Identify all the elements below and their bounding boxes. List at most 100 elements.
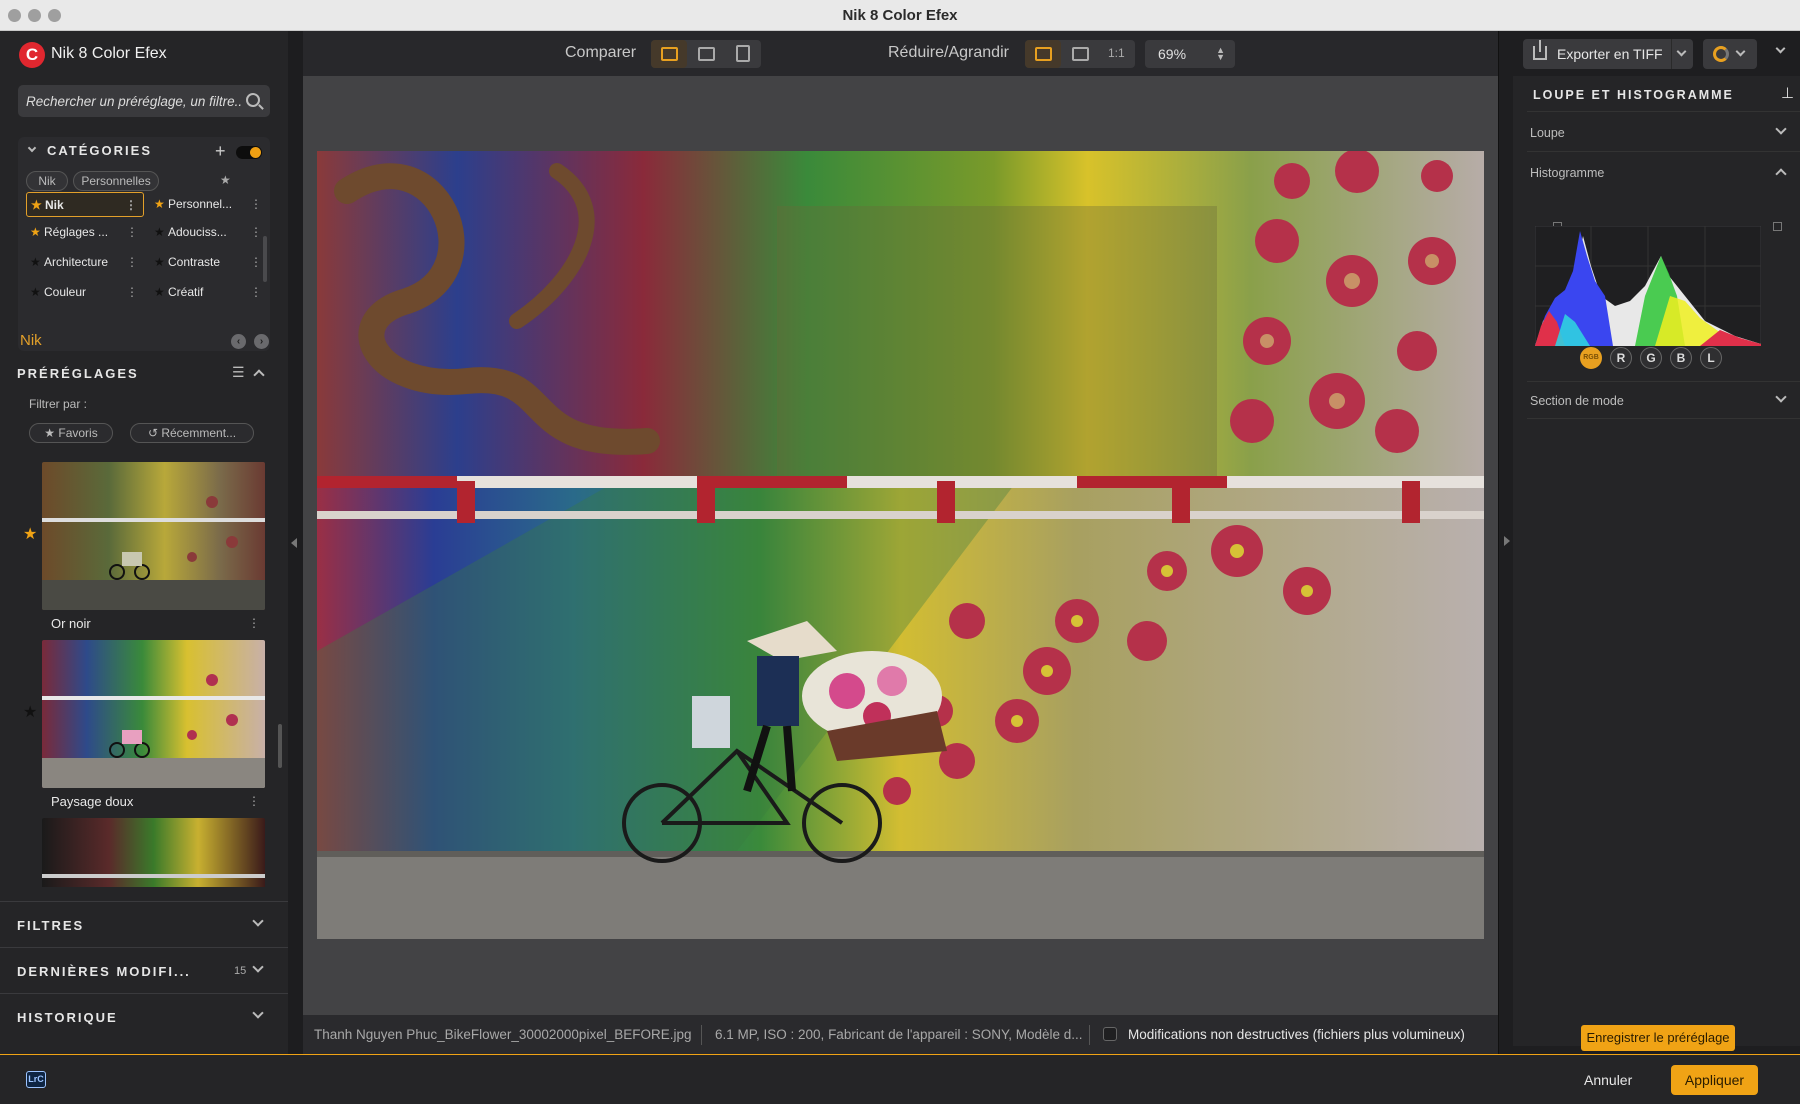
back-icon[interactable]: ‹ [231, 334, 246, 349]
chevron-down-icon[interactable] [1775, 391, 1787, 403]
filters-section[interactable]: FILTRES [0, 901, 288, 947]
preset-thumbnail[interactable] [42, 640, 265, 788]
panel-menu-icon[interactable] [1775, 43, 1786, 54]
loupe-row[interactable]: Loupe [1527, 114, 1800, 152]
tab-personnelles[interactable]: Personnelles [73, 171, 159, 191]
preset-card[interactable]: Paysage doux ⋮ [42, 640, 265, 809]
favorite-filter-icon[interactable]: ★ [220, 173, 231, 187]
filter-favorites-button[interactable]: ★ Favoris [29, 423, 113, 443]
chevron-down-icon [1676, 46, 1687, 57]
window-titlebar: Nik 8 Color Efex [0, 0, 1800, 31]
more-icon[interactable]: ⋮ [250, 250, 262, 275]
history-section[interactable]: HISTORIQUE [0, 993, 288, 1039]
star-icon: ★ [30, 225, 41, 239]
add-category-icon[interactable]: + [215, 141, 226, 162]
recent-edits-section[interactable]: DERNIÈRES MODIFI... 15 [0, 947, 288, 993]
loupe-histogram-panel: LOUPE ET HISTOGRAMME ⊥ Loupe Histogramme [1513, 76, 1800, 1046]
more-icon[interactable]: ⋮ [250, 280, 262, 305]
preview-image[interactable] [317, 151, 1484, 939]
more-icon[interactable]: ⋮ [250, 220, 262, 245]
categories-toggle[interactable] [236, 146, 262, 159]
more-icon[interactable]: ⋮ [248, 794, 260, 808]
status-bar: Thanh Nguyen Phuc_BikeFlower_30002000pix… [303, 1015, 1498, 1055]
presets-title: PRÉRÉGLAGES [17, 366, 139, 381]
window-title: Nik 8 Color Efex [842, 7, 958, 24]
image-canvas[interactable] [291, 76, 1498, 1015]
apply-button[interactable]: Appliquer [1671, 1065, 1758, 1095]
star-icon: ★ [154, 225, 165, 239]
highlight-clip-toggle[interactable] [1773, 222, 1782, 231]
fill-icon [1072, 47, 1089, 61]
categories-scrollbar[interactable] [263, 236, 267, 282]
zoom-select[interactable]: 69% ▲ ▼ [1145, 40, 1235, 68]
channel-rgb-button[interactable]: RGB [1580, 347, 1602, 369]
chevron-down-icon[interactable] [252, 1007, 264, 1019]
fit-button[interactable] [1025, 40, 1061, 68]
channel-g-button[interactable]: G [1640, 347, 1662, 369]
chevron-up-icon[interactable] [1775, 168, 1787, 180]
channel-r-button[interactable]: R [1610, 347, 1632, 369]
preset-thumbnail[interactable] [42, 462, 265, 610]
more-icon[interactable]: ⋮ [126, 220, 138, 245]
list-view-icon[interactable]: ☰ [232, 364, 245, 381]
more-icon[interactable]: ⋮ [126, 250, 138, 275]
preset-card[interactable] [42, 818, 265, 887]
star-icon: ★ [154, 255, 165, 269]
preset-name: Paysage doux [51, 794, 134, 809]
star-icon: ★ [44, 426, 59, 440]
actual-size-button[interactable]: 1:1 [1099, 40, 1135, 68]
chevron-down-icon[interactable] [252, 915, 264, 927]
more-icon[interactable]: ⋮ [250, 192, 262, 217]
pin-icon[interactable]: ⊥ [1781, 84, 1794, 102]
chevron-down-icon[interactable] [1775, 123, 1787, 135]
nondestructive-checkbox[interactable] [1103, 1027, 1117, 1041]
collection-label: Nik [20, 332, 42, 349]
export-button[interactable]: Exporter en TIFF [1523, 39, 1675, 69]
save-preset-button[interactable]: Enregistrer le préréglage [1581, 1025, 1735, 1051]
more-icon[interactable]: ⋮ [125, 193, 137, 218]
category-item[interactable]: ★ Contraste ⋮ [150, 250, 268, 275]
channel-b-button[interactable]: B [1670, 347, 1692, 369]
forward-icon[interactable]: › [254, 334, 269, 349]
favorite-star-icon[interactable]: ★ [23, 702, 37, 722]
channel-l-button[interactable]: L [1700, 347, 1722, 369]
filters-title: FILTRES [17, 918, 85, 933]
chevron-down-icon[interactable] [252, 961, 264, 973]
fill-button[interactable] [1062, 40, 1098, 68]
chevron-down-icon[interactable] [27, 143, 37, 153]
histogram-chart [1535, 226, 1761, 346]
stacked-view-button[interactable] [725, 40, 761, 68]
recent-edits-title: DERNIÈRES MODIFI... [17, 964, 191, 979]
zoom-label: Réduire/Agrandir [888, 44, 1009, 61]
category-item[interactable]: ★ Architecture ⋮ [26, 250, 144, 275]
category-item[interactable]: ★ Adouciss... ⋮ [150, 220, 268, 245]
mode-section-row[interactable]: Section de mode [1527, 381, 1800, 419]
chevron-up-icon[interactable] [253, 369, 265, 381]
star-icon: ★ [154, 285, 165, 299]
collapse-right-icon[interactable] [1504, 536, 1510, 546]
preset-thumbnail[interactable] [42, 818, 265, 887]
render-options-button[interactable] [1703, 39, 1757, 69]
split-view-button[interactable] [688, 40, 724, 68]
split-view-icon [698, 47, 715, 61]
export-options-button[interactable] [1671, 39, 1693, 69]
category-item[interactable]: ★ Nik ⋮ [26, 192, 144, 217]
compare-off-button[interactable] [651, 40, 687, 68]
more-icon[interactable]: ⋮ [248, 616, 260, 630]
favorite-star-icon[interactable]: ★ [23, 524, 37, 544]
category-item[interactable]: ★ Réglages ... ⋮ [26, 220, 144, 245]
cancel-button[interactable]: Annuler [1584, 1072, 1632, 1088]
search-icon[interactable] [246, 93, 260, 107]
category-item[interactable]: ★ Créatif ⋮ [150, 280, 268, 305]
presets-scrollbar[interactable] [278, 724, 282, 768]
category-item[interactable]: ★ Personnel... ⋮ [150, 192, 268, 217]
progress-ring-icon [1713, 46, 1729, 62]
tab-nik[interactable]: Nik [26, 171, 68, 191]
histogram-row[interactable]: Histogramme [1527, 154, 1800, 192]
search-input[interactable] [26, 85, 241, 117]
category-item[interactable]: ★ Couleur ⋮ [26, 280, 144, 305]
filter-recent-button[interactable]: ↺ Récemment... [130, 423, 254, 443]
collapse-left-icon[interactable] [291, 538, 297, 548]
more-icon[interactable]: ⋮ [126, 280, 138, 305]
preset-card[interactable]: Or noir ⋮ [42, 462, 265, 631]
